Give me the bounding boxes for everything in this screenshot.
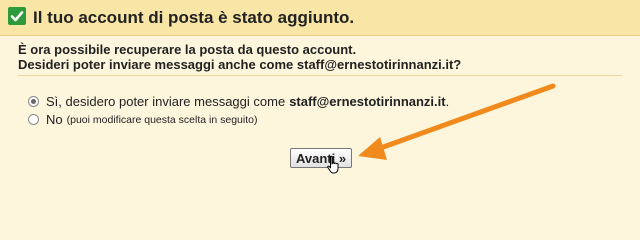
- arrow-icon: [358, 83, 556, 160]
